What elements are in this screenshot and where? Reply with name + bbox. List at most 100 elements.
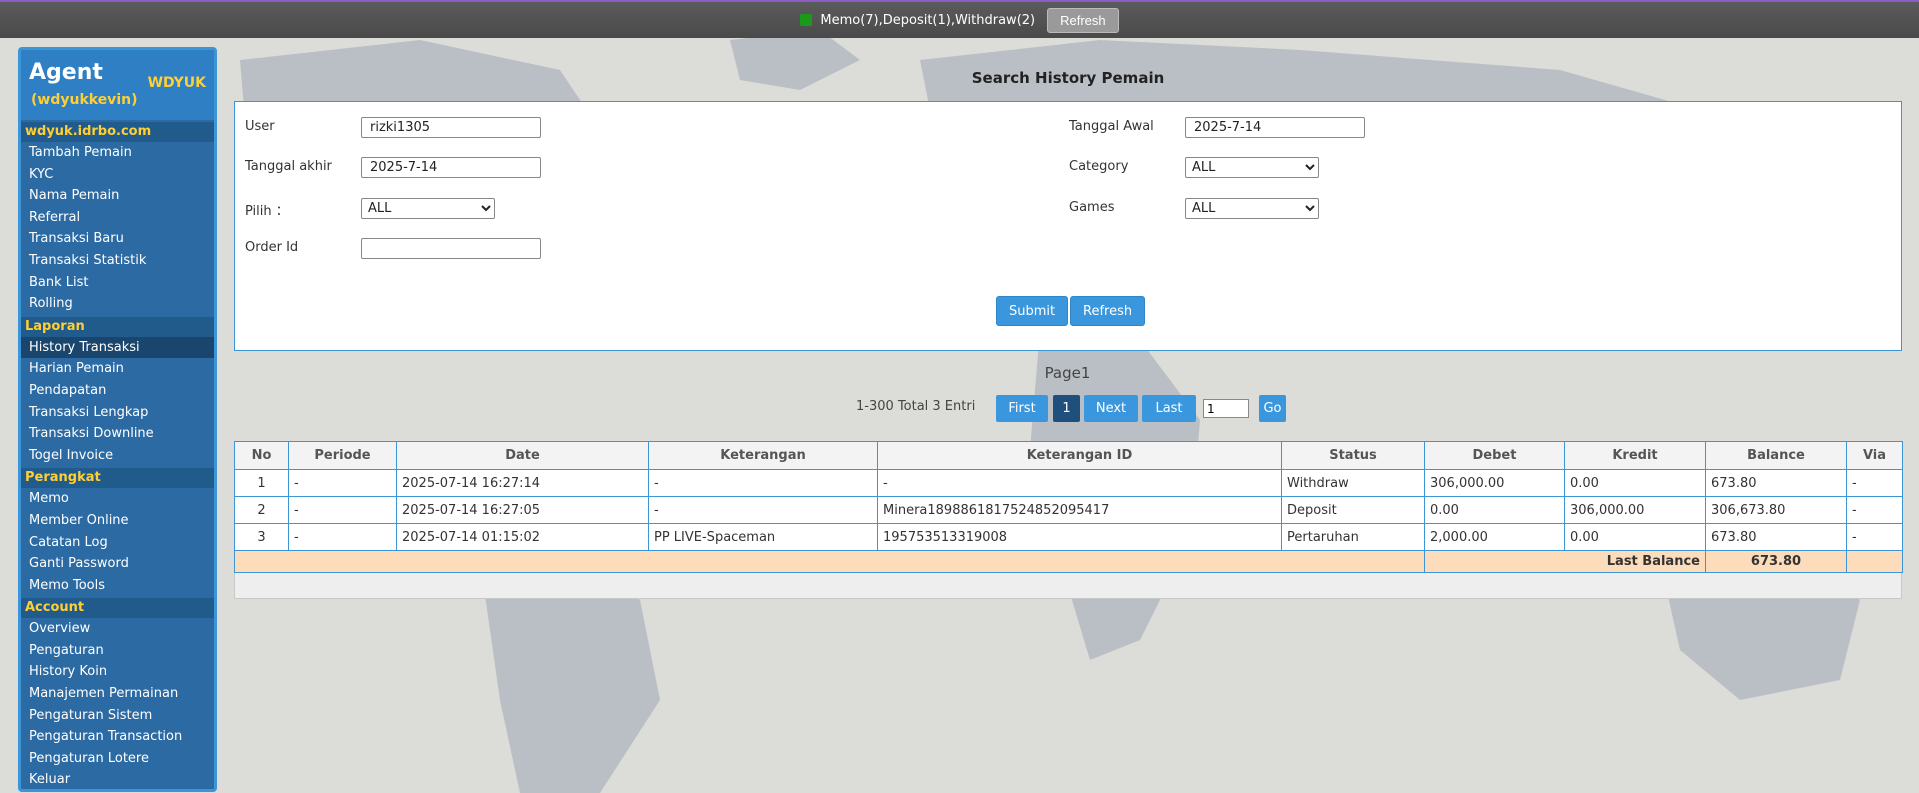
sidebar-item-kyc[interactable]: KYC bbox=[21, 163, 214, 186]
last-balance-label: Last Balance bbox=[1424, 550, 1706, 573]
cell-keterangan: PP LIVE-Spaceman bbox=[648, 523, 878, 551]
online-status-icon bbox=[800, 14, 813, 26]
sidebar-item-history-transaksi[interactable]: History Transaksi bbox=[21, 336, 214, 359]
last-balance-spacer bbox=[234, 550, 1425, 573]
sidebar-item-bank-list[interactable]: Bank List bbox=[21, 271, 214, 294]
cell-keterangan-id: - bbox=[877, 469, 1282, 497]
col-header-keterangan: Keterangan bbox=[648, 441, 878, 470]
last-page-button[interactable]: Last bbox=[1142, 395, 1196, 422]
tanggal-akhir-input[interactable] bbox=[361, 157, 541, 178]
table-footer bbox=[234, 573, 1902, 599]
col-header-kredit: Kredit bbox=[1564, 441, 1706, 470]
table-row: 2 - 2025-07-14 16:27:05 - Minera18988618… bbox=[234, 496, 1903, 524]
cell-status: Pertaruhan bbox=[1281, 523, 1425, 551]
sidebar-item-pengaturan-transaction[interactable]: Pengaturan Transaction bbox=[21, 726, 214, 748]
cell-balance: 306,673.80 bbox=[1705, 496, 1847, 524]
sidebar-item-memo[interactable]: Memo bbox=[21, 488, 214, 510]
sidebar-item-pengaturan-sistem[interactable]: Pengaturan Sistem bbox=[21, 704, 214, 727]
cell-no: 1 bbox=[234, 469, 289, 497]
last-balance-via-cell bbox=[1846, 550, 1903, 573]
cell-periode: - bbox=[288, 469, 397, 497]
col-header-periode: Periode bbox=[288, 441, 397, 470]
cell-status: Withdraw bbox=[1281, 469, 1425, 497]
sidebar-item-memo-tools[interactable]: Memo Tools bbox=[21, 574, 214, 597]
sidebar-item-rolling[interactable]: Rolling bbox=[21, 293, 214, 315]
entries-count: 1-300 Total 3 Entri bbox=[856, 399, 976, 414]
submit-button[interactable]: Submit bbox=[996, 296, 1069, 326]
cell-no: 2 bbox=[234, 496, 289, 524]
sidebar-item-nama-pemain[interactable]: Nama Pemain bbox=[21, 185, 214, 207]
sidebar-item-harian-pemain[interactable]: Harian Pemain bbox=[21, 358, 214, 380]
page-title: Search History Pemain bbox=[971, 69, 1165, 87]
sidebar-item-member-online[interactable]: Member Online bbox=[21, 509, 214, 532]
page-indicator: Page1 bbox=[1044, 364, 1091, 382]
col-header-debet: Debet bbox=[1424, 441, 1565, 470]
first-page-button[interactable]: First bbox=[996, 395, 1048, 422]
table-row: 1 - 2025-07-14 16:27:14 - - Withdraw 306… bbox=[234, 469, 1903, 497]
sidebar-item-catatan-log[interactable]: Catatan Log bbox=[21, 531, 214, 554]
sidebar-item-transaksi-downline[interactable]: Transaksi Downline bbox=[21, 423, 214, 445]
col-header-keterangan-id: Keterangan ID bbox=[877, 441, 1282, 470]
cell-status: Deposit bbox=[1281, 496, 1425, 524]
sidebar-item-tambah-pemain[interactable]: Tambah Pemain bbox=[21, 142, 214, 164]
cell-no: 3 bbox=[234, 523, 289, 551]
cell-via: - bbox=[1846, 469, 1903, 497]
col-header-balance: Balance bbox=[1705, 441, 1847, 470]
user-label: User bbox=[245, 119, 275, 134]
notification-text[interactable]: Memo(7),Deposit(1),Withdraw(2) bbox=[820, 13, 1035, 28]
category-select[interactable]: ALL bbox=[1185, 157, 1319, 178]
sidebar-item-ganti-password[interactable]: Ganti Password bbox=[21, 553, 214, 575]
table-row: 3 - 2025-07-14 01:15:02 PP LIVE-Spaceman… bbox=[234, 523, 1903, 551]
col-header-no: No bbox=[234, 441, 289, 470]
games-select[interactable]: ALL bbox=[1185, 198, 1319, 219]
cell-via: - bbox=[1846, 496, 1903, 524]
history-table: No Periode Date Keterangan Keterangan ID… bbox=[234, 441, 1903, 573]
sidebar: Agent (wdyukkevin) WDYUK wdyuk.idrbo.com… bbox=[18, 47, 217, 792]
agent-username: (wdyukkevin) bbox=[31, 92, 138, 108]
cell-periode: - bbox=[288, 523, 397, 551]
keterangan-id-link[interactable]: 195753513319008 bbox=[877, 523, 1282, 551]
sidebar-item-manajemen-permainan[interactable]: Manajemen Permainan bbox=[21, 683, 214, 705]
last-balance-row: Last Balance 673.80 bbox=[234, 550, 1903, 573]
sidebar-item-referral[interactable]: Referral bbox=[21, 206, 214, 229]
search-form: User Tanggal akhir Pilih ： ALL Order Id … bbox=[234, 101, 1902, 351]
notification-bar: Memo(7),Deposit(1),Withdraw(2) Refresh bbox=[0, 2, 1919, 38]
cell-periode: - bbox=[288, 496, 397, 524]
sidebar-item-overview[interactable]: Overview bbox=[21, 618, 214, 640]
search-refresh-button[interactable]: Refresh bbox=[1070, 296, 1146, 326]
topbar-refresh-button[interactable]: Refresh bbox=[1047, 7, 1119, 33]
cell-date: 2025-07-14 01:15:02 bbox=[396, 523, 649, 551]
cell-debet: 0.00 bbox=[1424, 496, 1565, 524]
cell-balance: 673.80 bbox=[1705, 523, 1847, 551]
cell-keterangan: - bbox=[648, 496, 878, 524]
sidebar-item-togel-invoice[interactable]: Togel Invoice bbox=[21, 444, 214, 467]
table-header-row: No Periode Date Keterangan Keterangan ID… bbox=[234, 441, 1903, 470]
cell-keterangan: - bbox=[648, 469, 878, 497]
go-button[interactable]: Go bbox=[1259, 395, 1286, 422]
history-table-container: No Periode Date Keterangan Keterangan ID… bbox=[234, 441, 1903, 599]
pilih-label: Pilih ： bbox=[245, 204, 289, 219]
cell-via: - bbox=[1846, 523, 1903, 551]
sidebar-item-transaksi-lengkap[interactable]: Transaksi Lengkap bbox=[21, 401, 214, 424]
sidebar-item-keluar[interactable]: Keluar bbox=[21, 769, 214, 789]
sidebar-item-pengaturan[interactable]: Pengaturan bbox=[21, 639, 214, 662]
cell-debet: 2,000.00 bbox=[1424, 523, 1565, 551]
order-id-input[interactable] bbox=[361, 238, 541, 259]
current-page-button[interactable]: 1 bbox=[1053, 395, 1080, 422]
tanggal-awal-label: Tanggal Awal bbox=[1069, 119, 1154, 134]
sidebar-item-transaksi-baru[interactable]: Transaksi Baru bbox=[21, 228, 214, 250]
col-header-via: Via bbox=[1846, 441, 1903, 470]
tanggal-awal-input[interactable] bbox=[1185, 117, 1365, 138]
games-label: Games bbox=[1069, 200, 1115, 215]
user-input[interactable] bbox=[361, 117, 541, 138]
sidebar-item-pengaturan-lotere[interactable]: Pengaturan Lotere bbox=[21, 747, 214, 770]
sidebar-item-pendapatan[interactable]: Pendapatan bbox=[21, 379, 214, 402]
sidebar-item-transaksi-statistik[interactable]: Transaksi Statistik bbox=[21, 249, 214, 272]
sidebar-item-history-koin[interactable]: History Koin bbox=[21, 661, 214, 684]
cell-debet: 306,000.00 bbox=[1424, 469, 1565, 497]
cell-date: 2025-07-14 16:27:05 bbox=[396, 496, 649, 524]
page-number-input[interactable] bbox=[1203, 399, 1249, 418]
next-page-button[interactable]: Next bbox=[1084, 395, 1138, 422]
pilih-select[interactable]: ALL bbox=[361, 198, 495, 219]
cell-kredit: 0.00 bbox=[1564, 469, 1706, 497]
